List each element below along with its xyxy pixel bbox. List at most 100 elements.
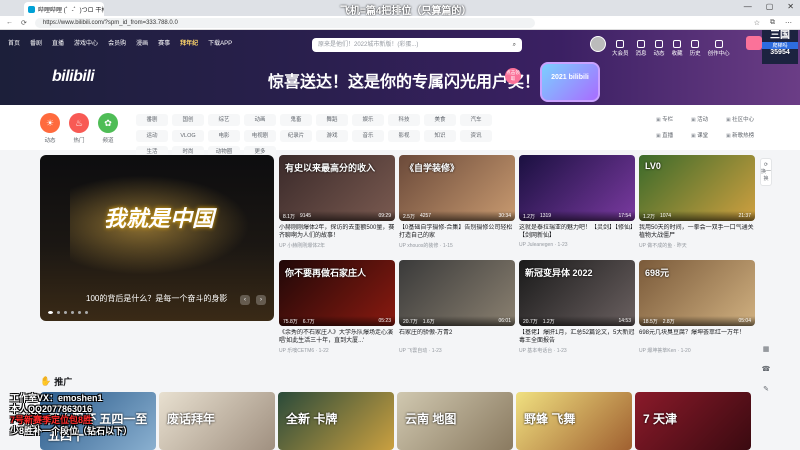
video-title[interactable]: 《余秀的不石家庄人》大学乐队爆场走心演唱'如此生活三十年，直到大厦...' <box>279 329 395 345</box>
category-chip[interactable]: 舞蹈 <box>316 114 348 126</box>
category-chip[interactable]: 影视 <box>388 130 420 142</box>
close-icon[interactable]: ✕ <box>787 2 794 11</box>
video-card[interactable]: LV0 1.2万 1074 21:37 我用50天的时间，一拳会一双手一口气通关… <box>639 155 755 249</box>
video-uploader[interactable]: 小赫刚刚爆体2年 <box>279 242 395 249</box>
side-link[interactable]: 活动 <box>691 115 724 123</box>
feedback-icon[interactable]: ✎ <box>763 385 769 393</box>
video-card[interactable]: 你不要再做石家庄人 75.8万 6.7万 05:23 《余秀的不石家庄人》大学乐… <box>279 260 395 354</box>
video-card[interactable]: 《自学装修》 2.5万 4257 30:34 【0基础自学摄修-合集】告别摄修公… <box>399 155 515 249</box>
banner-carousel[interactable]: 我就是中国 100的背后是什么？是每一个奋斗的身影 ‹ › <box>40 155 274 321</box>
category-chip[interactable]: 动画 <box>244 114 276 126</box>
minimize-icon[interactable]: — <box>744 2 752 11</box>
promo-card[interactable]: 云南 地图 <box>397 392 513 450</box>
category-chip[interactable]: 知识 <box>424 130 456 142</box>
video-card[interactable]: 20.7万 1.6万 06:01 石家庄的骄傲-万青2 飞雲自动 · 1-23 <box>399 260 515 354</box>
side-link[interactable]: 专栏 <box>656 115 689 123</box>
upload-button[interactable] <box>746 36 762 50</box>
nav-item-manga[interactable]: 漫画 <box>136 38 148 47</box>
carousel-prev-icon[interactable]: ‹ <box>240 295 250 305</box>
video-title[interactable]: 石家庄的骄傲-万青2 <box>399 329 515 345</box>
qr-icon[interactable]: ▦ <box>763 345 770 353</box>
video-thumbnail[interactable]: 20.7万 1.6万 06:01 <box>399 260 515 326</box>
browser-tab[interactable]: 哔哩哔哩 (゜-゜)つロ 干杯~-bili <box>24 2 104 16</box>
nav-item-home[interactable]: 首页 <box>8 38 20 47</box>
nav-creator[interactable]: 创作中心 <box>708 40 730 57</box>
video-thumbnail[interactable]: 《自学装修》 2.5万 4257 30:34 <box>399 155 515 221</box>
promo-card[interactable]: 7 天津 <box>635 392 751 450</box>
category-chip[interactable]: 美食 <box>424 114 456 126</box>
search-icon[interactable]: ⌕ <box>513 38 516 52</box>
nav-item-live[interactable]: 直播 <box>52 38 64 47</box>
side-link[interactable]: 新歌热榜 <box>726 131 759 139</box>
url-field[interactable]: https://www.bilibili.com/?spm_id_from=33… <box>34 17 535 28</box>
video-thumbnail[interactable]: 有史以来最高分的收入 8.1万 9145 09:29 <box>279 155 395 221</box>
refresh-feed-button[interactable]: ⟳ 换一换 <box>760 158 772 186</box>
nav-vip[interactable]: 大会员 <box>612 40 629 57</box>
category-chip[interactable]: 音乐 <box>352 130 384 142</box>
video-thumbnail[interactable]: 你不要再做石家庄人 75.8万 6.7万 05:23 <box>279 260 395 326</box>
nav-item-newyear[interactable]: 拜年纪 <box>180 38 198 47</box>
category-chip[interactable]: VLOG <box>172 130 204 142</box>
video-uploader[interactable]: 基本电话台 · 1-23 <box>519 347 635 354</box>
carousel-next-icon[interactable]: › <box>256 295 266 305</box>
category-chip[interactable]: 资讯 <box>460 130 492 142</box>
extensions-icon[interactable]: ⧉ <box>770 19 775 27</box>
category-chip[interactable]: 电视剧 <box>244 130 276 142</box>
video-thumbnail[interactable]: 新冠变异体 2022 20.7万 1.2万 14:53 <box>519 260 635 326</box>
nav-dynamic[interactable]: 动态 <box>654 40 665 57</box>
promo-card[interactable]: 野蜂 飞舞 <box>516 392 632 450</box>
video-thumbnail[interactable]: 1.2万 1319 17:54 <box>519 155 635 221</box>
nav-item-mall[interactable]: 会员购 <box>108 38 126 47</box>
category-chip[interactable]: 娱乐 <box>352 114 384 126</box>
video-card[interactable]: 698元 18.5万 2.8万 05:04 698元几块臭豆腐？爆坤荟萃红一万年… <box>639 260 755 354</box>
nav-favorite[interactable]: 收藏 <box>672 40 683 57</box>
star-icon[interactable]: ☆ <box>754 19 760 27</box>
avatar[interactable] <box>590 36 606 52</box>
video-uploader[interactable]: 飞雲自动 · 1-23 <box>399 347 515 354</box>
video-title[interactable]: 698元几块臭豆腐？爆坤荟萃红一万年！ <box>639 329 755 345</box>
nav-history[interactable]: 历史 <box>690 40 701 57</box>
video-title[interactable]: 【基佬】爆肝1月，汇总52篇论文，5大新冠毒王全面报告 <box>519 329 635 345</box>
award-trophy[interactable]: 2021 bilibili <box>540 62 600 102</box>
slogan-badge[interactable]: 点击领取 <box>505 68 521 84</box>
side-link[interactable]: 直播 <box>656 131 689 139</box>
bilibili-logo[interactable]: bilibili <box>52 68 95 86</box>
nav-item-match[interactable]: 赛事 <box>158 38 170 47</box>
category-chip[interactable]: 电影 <box>208 130 240 142</box>
category-chip[interactable]: 国创 <box>172 114 204 126</box>
category-chip[interactable]: 鬼畜 <box>280 114 312 126</box>
side-link[interactable]: 社区中心 <box>726 115 759 123</box>
nav-item-anime[interactable]: 番剧 <box>30 38 42 47</box>
category-chip[interactable]: 运动 <box>136 130 168 142</box>
channel-circle-icon[interactable]: ✿ <box>98 113 118 133</box>
service-icon[interactable]: ☎ <box>762 365 771 373</box>
video-thumbnail[interactable]: LV0 1.2万 1074 21:37 <box>639 155 755 221</box>
nav-message[interactable]: 消息 <box>636 40 647 57</box>
category-chip[interactable]: 番剧 <box>136 114 168 126</box>
menu-icon[interactable]: ⋯ <box>785 19 792 27</box>
hot-circle-icon[interactable]: ♨ <box>69 113 89 133</box>
refresh-icon[interactable]: ⟳ <box>21 19 27 27</box>
video-card[interactable]: 有史以来最高分的收入 8.1万 9145 09:29 小赫刚刚爆体2年，探访的去… <box>279 155 395 249</box>
video-card[interactable]: 1.2万 1319 17:54 这就是泰拉瑞亚的魅力吧！【灵剑】【修仙】【剑网新… <box>519 155 635 248</box>
video-title[interactable]: 这就是泰拉瑞亚的魅力吧！【灵剑】【修仙】【剑网新仙】 <box>519 224 635 240</box>
video-uploader[interactable]: 爆坤荟萃Ken · 1-20 <box>639 347 755 354</box>
video-uploader[interactable]: Juleanegen · 1-23 <box>519 242 635 248</box>
carousel-caption[interactable]: 100的背后是什么？是每一个奋斗的身影 <box>86 293 227 304</box>
video-uploader[interactable]: 做不成的鱼 · 昨天 <box>639 242 755 249</box>
video-title[interactable]: 我用50天的时间，一拳会一双手一口气通关植物大战僵尸 <box>639 224 755 240</box>
video-card[interactable]: 新冠变异体 2022 20.7万 1.2万 14:53 【基佬】爆肝1月，汇总5… <box>519 260 635 354</box>
nav-item-download[interactable]: 下载APP <box>208 38 232 47</box>
video-uploader[interactable]: 乐噢CETM6 · 1-22 <box>279 347 395 354</box>
promo-card[interactable]: 全新 卡牌 <box>278 392 394 450</box>
video-uploader[interactable]: xhouos的装修 · 1-15 <box>399 242 515 249</box>
category-chip[interactable]: 游戏 <box>316 130 348 142</box>
back-icon[interactable]: ← <box>6 19 13 26</box>
dynamic-circle-icon[interactable]: ☀ <box>40 113 60 133</box>
video-title[interactable]: 小赫刚刚爆体2年，探访的去重额500量，赛齐聊啊为人们的故事！ <box>279 224 395 240</box>
side-link[interactable]: 课堂 <box>691 131 724 139</box>
category-chip[interactable]: 综艺 <box>208 114 240 126</box>
carousel-dots[interactable] <box>48 311 88 314</box>
category-chip[interactable]: 科技 <box>388 114 420 126</box>
nav-item-game[interactable]: 游戏中心 <box>74 38 98 47</box>
